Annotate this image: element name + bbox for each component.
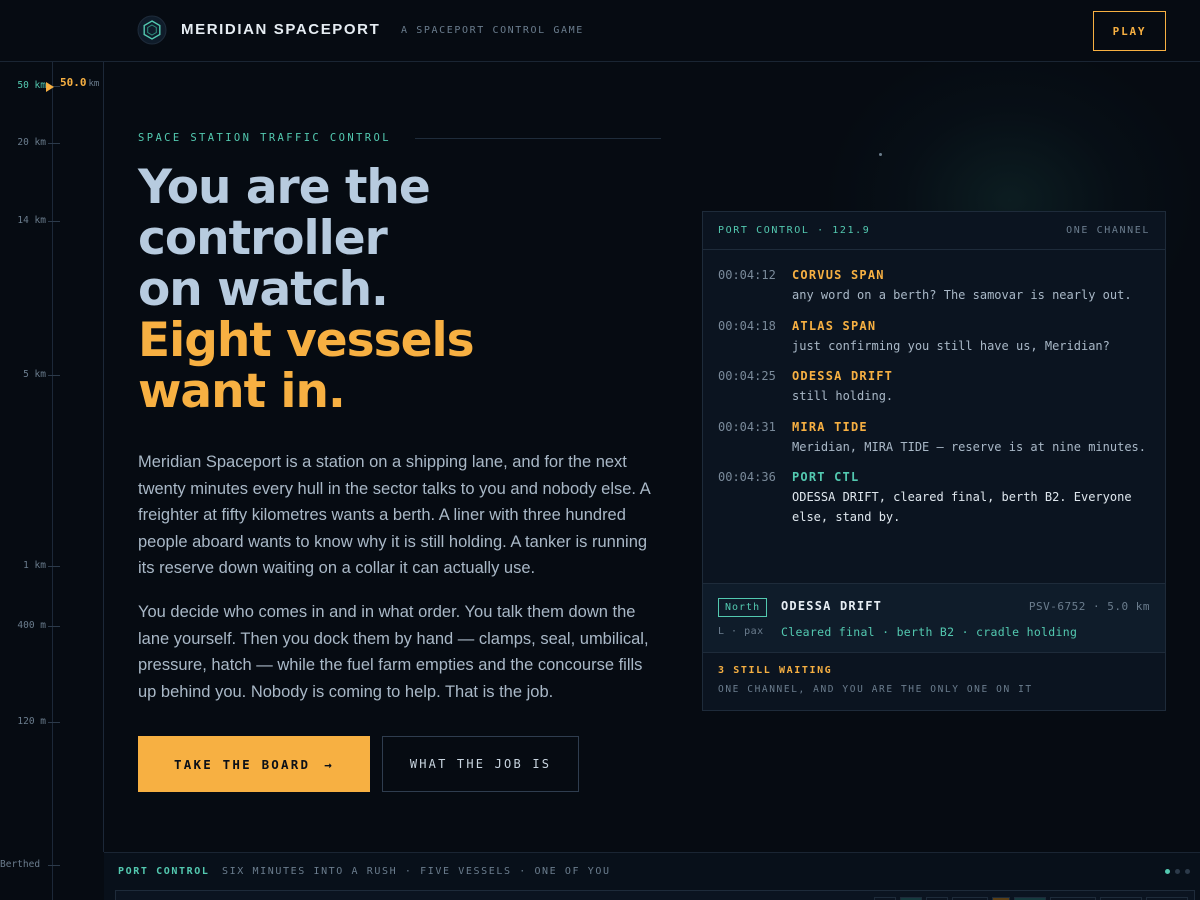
vessel-name: ODESSA DRIFT: [781, 599, 883, 613]
message-time: 00:04:12: [718, 268, 776, 282]
hexagon-station-icon[interactable]: [137, 15, 167, 45]
message-sender: PORT CTL: [792, 470, 860, 484]
radio-message: 00:04:18 ATLAS SPAN just confirming you …: [718, 317, 1150, 357]
vessel-registry: PSV-6752 · 5.0 km: [1028, 600, 1150, 613]
star-dot: [879, 153, 882, 156]
altimeter-tick: 5 km: [0, 369, 60, 380]
vessel-status: Cleared final · berth B2 · cradle holdin…: [781, 625, 1078, 639]
radio-log: 00:04:12 CORVUS SPAN any word on a berth…: [703, 250, 1165, 583]
altimeter-tick: 20 km: [0, 137, 60, 148]
brand-tagline: A SPACEPORT CONTROL GAME: [401, 25, 584, 36]
board-preview: [115, 890, 1195, 900]
message-sender: ODESSA DRIFT: [792, 369, 894, 383]
message-time: 00:04:31: [718, 419, 776, 434]
altitude-pointer-icon: [46, 82, 54, 92]
vessel-strip[interactable]: North ODESSA DRIFT PSV-6752 · 5.0 km L ·…: [703, 583, 1165, 653]
message-sender: ATLAS SPAN: [792, 318, 877, 333]
altimeter-tick: 120 m: [0, 716, 60, 727]
top-bar: MERIDIAN SPACEPORT A SPACEPORT CONTROL G…: [0, 0, 1200, 62]
what-the-job-is-button[interactable]: WHAT THE JOB IS: [382, 736, 579, 792]
headline-accent-line: want in.: [138, 364, 346, 419]
message-text: any word on a berth? The samovar is near…: [792, 288, 1132, 302]
status-bar-description: SIX MINUTES INTO A RUSH · FIVE VESSELS ·…: [222, 866, 611, 877]
message-sender: MIRA TIDE: [792, 419, 868, 434]
carousel-dot[interactable]: [1185, 869, 1190, 874]
hero-eyebrow: SPACE STATION TRAFFIC CONTROL: [138, 132, 391, 144]
altimeter-tick: Berthed: [0, 859, 60, 870]
carousel-dots: [1165, 869, 1190, 874]
hero-headline: You are the controller on watch. Eight v…: [138, 162, 698, 417]
approach-badge: North: [718, 598, 768, 617]
altimeter-rail-inner: [103, 62, 104, 852]
message-time: 00:04:25: [718, 369, 776, 383]
altitude-value: 50.0: [60, 76, 87, 89]
radio-message: 00:04:12 CORVUS SPAN any word on a berth…: [718, 266, 1150, 306]
altitude-unit: km: [88, 79, 100, 89]
waiting-count: 3 STILL WAITING: [718, 665, 833, 676]
radio-message: 00:04:25 ODESSA DRIFT still holding.: [718, 367, 1150, 407]
altitude-readout: 50.0 km: [60, 76, 99, 89]
message-time: 00:04:18: [718, 318, 776, 333]
message-text: ODESSA DRIFT, cleared final, berth B2. E…: [792, 490, 1132, 524]
headline-line: You are the: [138, 160, 431, 215]
headline-line: controller: [138, 211, 388, 266]
altimeter-tick: 400 m: [0, 620, 60, 631]
eyebrow-divider: [415, 138, 661, 139]
hero-paragraph: Meridian Spaceport is a station on a shi…: [138, 453, 650, 578]
radio-message: 00:04:31 MIRA TIDE Meridian, MIRA TIDE —…: [718, 418, 1150, 458]
brand-name[interactable]: MERIDIAN SPACEPORT: [181, 21, 380, 38]
radio-panel: PORT CONTROL · 121.9 ONE CHANNEL 00:04:1…: [702, 211, 1166, 711]
headline-line: on watch.: [138, 262, 389, 317]
carousel-dot[interactable]: [1175, 869, 1180, 874]
take-the-board-label: TAKE THE BOARD: [174, 756, 311, 772]
message-text: still holding.: [792, 389, 894, 403]
carousel-dot[interactable]: [1165, 869, 1170, 874]
status-bar: PORT CONTROL SIX MINUTES INTO A RUSH · F…: [104, 852, 1200, 900]
radio-panel-header: PORT CONTROL · 121.9 ONE CHANNEL: [703, 212, 1165, 250]
status-bar-label: PORT CONTROL: [118, 866, 210, 877]
waiting-note: ONE CHANNEL, AND YOU ARE THE ONLY ONE ON…: [718, 684, 1033, 695]
altimeter-tick: 14 km: [0, 215, 60, 226]
arrow-right-icon: →: [324, 756, 334, 772]
message-time: 00:04:36: [718, 470, 776, 484]
radio-message: 00:04:36 PORT CTL ODESSA DRIFT, cleared …: [718, 468, 1150, 527]
altimeter-rail: [52, 62, 53, 900]
waiting-summary: 3 STILL WAITING ONE CHANNEL, AND YOU ARE…: [703, 653, 1165, 707]
message-sender: CORVUS SPAN: [792, 268, 885, 282]
message-text: Meridian, MIRA TIDE — reserve is at nine…: [792, 439, 1147, 454]
headline-accent-line: Eight vessels: [138, 313, 475, 368]
message-text: just confirming you still have us, Merid…: [792, 338, 1110, 353]
hero-paragraph: You decide who comes in and in what orde…: [138, 603, 649, 701]
radio-frequency: PORT CONTROL · 121.9: [718, 225, 871, 236]
altimeter-tick: 1 km: [0, 560, 60, 571]
take-the-board-button[interactable]: TAKE THE BOARD →: [138, 736, 370, 792]
vessel-class: L · pax: [718, 626, 764, 637]
radio-channel: ONE CHANNEL: [1066, 225, 1150, 236]
play-button[interactable]: PLAY: [1093, 11, 1166, 51]
